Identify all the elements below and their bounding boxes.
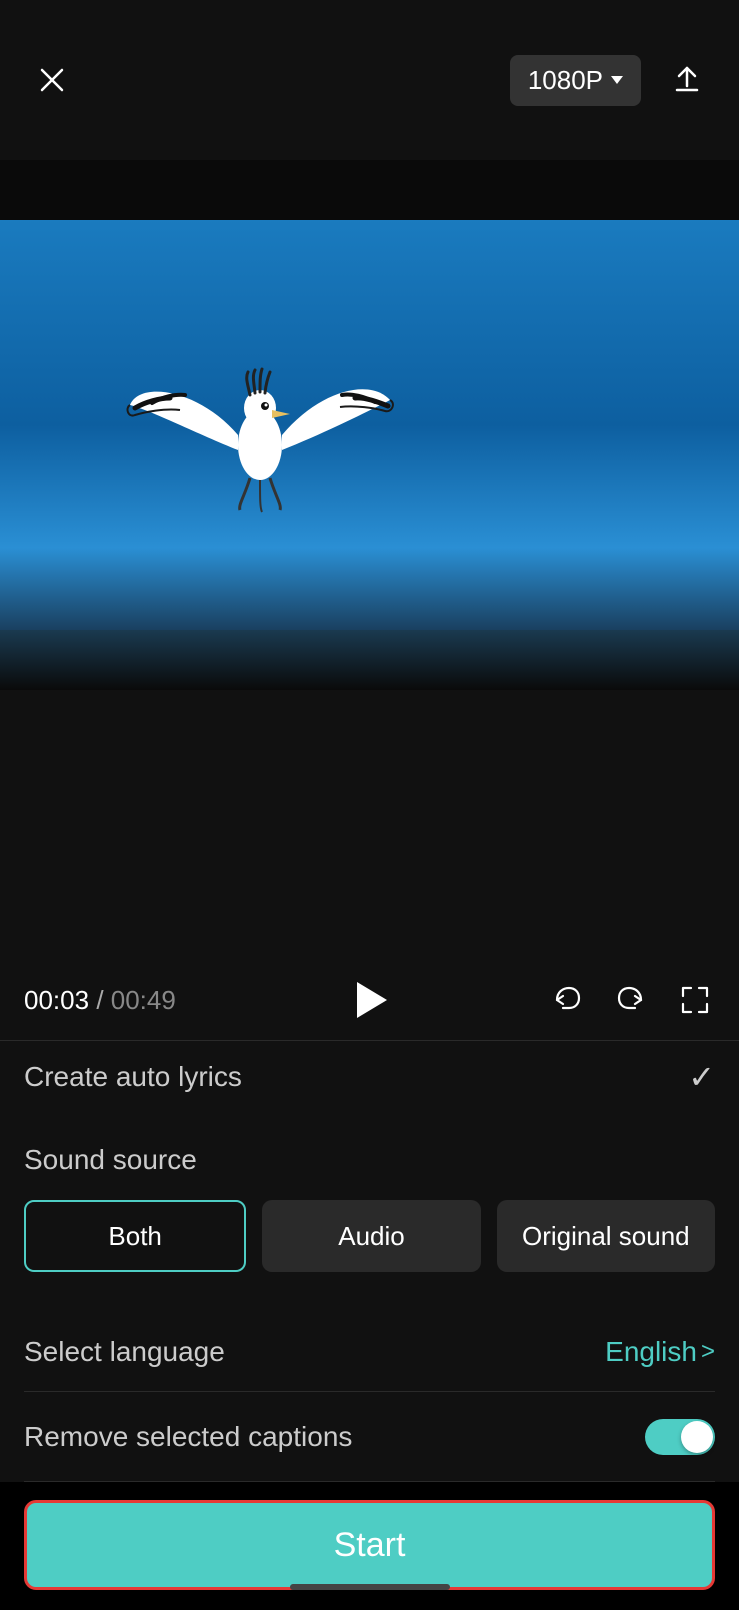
fullscreen-icon	[677, 982, 713, 1018]
upload-icon	[671, 64, 703, 96]
checkmark-icon: ✓	[688, 1058, 715, 1096]
sound-source-buttons: Both Audio Original sound	[24, 1200, 715, 1272]
time-current: 00:03	[24, 985, 89, 1015]
start-button-label: Start	[334, 1526, 406, 1565]
language-chevron-icon: >	[701, 1338, 715, 1366]
select-language-row[interactable]: Select language English >	[24, 1312, 715, 1392]
home-indicator	[290, 1584, 450, 1590]
timeline-area	[0, 690, 739, 960]
play-button[interactable]	[348, 978, 392, 1022]
resolution-button[interactable]: 1080P	[510, 55, 641, 106]
sound-btn-audio[interactable]: Audio	[262, 1200, 480, 1272]
remove-captions-row: Remove selected captions	[24, 1392, 715, 1482]
sound-source-title: Sound source	[24, 1144, 715, 1176]
start-button[interactable]: Start	[24, 1500, 715, 1590]
language-label: Select language	[24, 1336, 225, 1368]
bird-image	[120, 290, 400, 570]
sound-btn-both[interactable]: Both	[24, 1200, 246, 1272]
close-button[interactable]	[30, 58, 74, 102]
remove-captions-label: Remove selected captions	[24, 1421, 352, 1453]
toggle-knob	[681, 1421, 713, 1453]
remove-captions-toggle[interactable]	[645, 1419, 715, 1455]
auto-lyrics-bar[interactable]: Create auto lyrics ✓	[0, 1040, 739, 1112]
upload-button[interactable]	[665, 58, 709, 102]
language-value-button[interactable]: English >	[605, 1336, 715, 1368]
video-area	[0, 160, 739, 690]
time-separator: /	[96, 985, 110, 1015]
playback-controls: 00:03 / 00:49	[0, 960, 739, 1040]
sound-source-section: Sound source Both Audio Original sound	[24, 1144, 715, 1272]
video-bg-top	[0, 160, 739, 220]
top-right-controls: 1080P	[510, 55, 709, 106]
video-frame	[0, 220, 739, 630]
settings-panel: Sound source Both Audio Original sound S…	[0, 1112, 739, 1482]
undo-button[interactable]	[547, 980, 587, 1020]
top-bar: 1080P	[0, 0, 739, 160]
close-icon	[38, 66, 66, 94]
video-bottom-overlay	[0, 630, 739, 690]
redo-button[interactable]	[611, 980, 651, 1020]
play-icon	[357, 982, 387, 1018]
time-total: 00:49	[111, 985, 176, 1015]
undo-icon	[549, 982, 585, 1018]
auto-lyrics-label: Create auto lyrics	[24, 1061, 242, 1093]
fullscreen-button[interactable]	[675, 980, 715, 1020]
sound-btn-original[interactable]: Original sound	[497, 1200, 715, 1272]
resolution-label: 1080P	[528, 65, 603, 96]
redo-icon	[613, 982, 649, 1018]
language-value-text: English	[605, 1336, 697, 1368]
chevron-down-icon	[611, 76, 623, 84]
time-display: 00:03 / 00:49	[24, 985, 547, 1016]
right-playback-controls	[547, 980, 715, 1020]
